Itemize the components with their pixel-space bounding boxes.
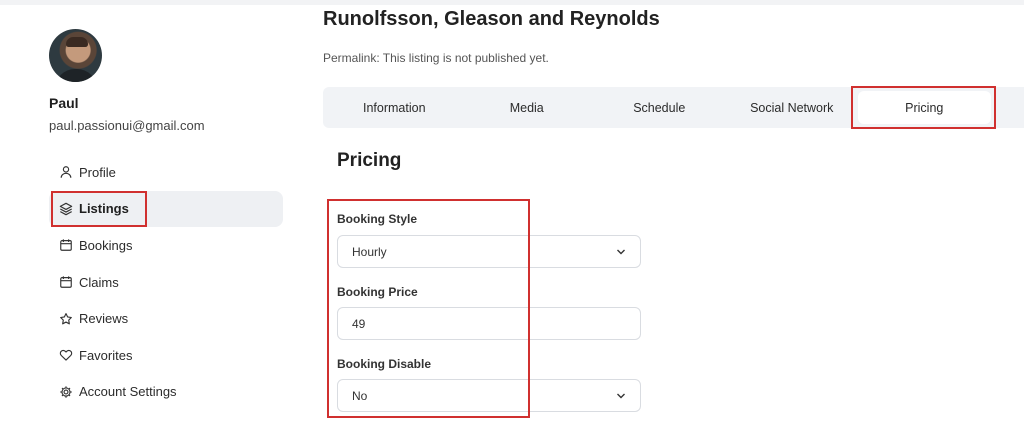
sidebar: Paul paul.passionui@gmail.com Profile Li… <box>0 0 300 421</box>
sidebar-item-claims[interactable]: Claims <box>49 264 283 301</box>
user-email: paul.passionui@gmail.com <box>49 118 205 133</box>
gear-icon <box>60 386 72 398</box>
tab-information[interactable]: Information <box>328 91 461 124</box>
tab-social-network[interactable]: Social Network <box>726 91 859 124</box>
user-name: Paul <box>49 95 79 111</box>
sidebar-nav: Profile Listings Bookings Claims Reviews… <box>49 154 283 410</box>
tab-media[interactable]: Media <box>461 91 594 124</box>
sidebar-item-label: Bookings <box>79 237 133 253</box>
listings-highlight-box <box>51 190 147 227</box>
sidebar-item-label: Account Settings <box>79 384 177 400</box>
sidebar-item-label: Favorites <box>79 347 133 363</box>
sidebar-item-label: Profile <box>79 164 116 180</box>
heart-icon <box>59 350 73 361</box>
sidebar-item-favorites[interactable]: Favorites <box>49 337 283 374</box>
calendar-icon <box>60 276 72 288</box>
avatar-hair <box>66 37 88 47</box>
sidebar-item-profile[interactable]: Profile <box>49 154 283 191</box>
sidebar-item-label: Claims <box>79 274 119 290</box>
sidebar-item-bookings[interactable]: Bookings <box>49 227 283 264</box>
user-icon <box>60 166 72 179</box>
avatar[interactable] <box>49 29 102 82</box>
tab-schedule[interactable]: Schedule <box>593 91 726 124</box>
sidebar-item-account-settings[interactable]: Account Settings <box>49 374 283 411</box>
sidebar-item-reviews[interactable]: Reviews <box>49 300 283 337</box>
section-title: Pricing <box>337 150 402 171</box>
permalink-text: Permalink: This listing is not published… <box>323 51 549 65</box>
pricing-form-highlight-box <box>327 199 530 418</box>
avatar-shoulders <box>55 69 97 82</box>
sidebar-item-label: Reviews <box>79 311 129 327</box>
chevron-down-icon <box>617 393 625 399</box>
listing-title: Runolfsson, Gleason and Reynolds <box>323 8 660 30</box>
star-icon <box>60 312 72 325</box>
chevron-down-icon <box>617 249 625 255</box>
sidebar-item-listings[interactable]: Listings <box>49 190 283 228</box>
pricing-tab-highlight-box <box>851 86 996 129</box>
calendar-icon <box>60 239 72 252</box>
